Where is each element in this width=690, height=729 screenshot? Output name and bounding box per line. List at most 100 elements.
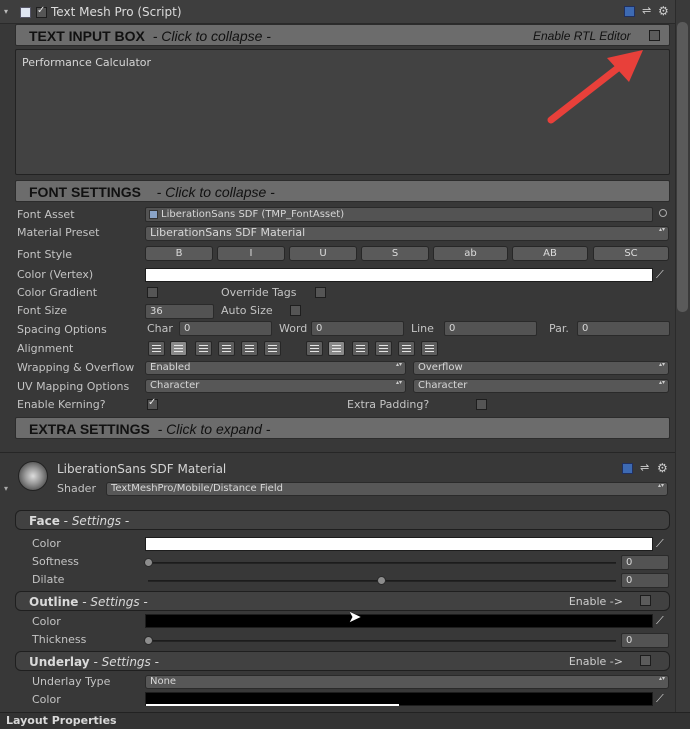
outline-color-swatch[interactable] <box>145 614 653 628</box>
color-gradient-checkbox[interactable] <box>147 287 158 298</box>
auto-size-checkbox[interactable] <box>290 305 301 316</box>
kerning-checkbox[interactable] <box>147 397 158 410</box>
align-right-button[interactable] <box>195 341 212 356</box>
red-arrow-annotation <box>547 50 643 124</box>
uv-mapping-label: UV Mapping Options <box>17 380 130 393</box>
thickness-slider-thumb[interactable] <box>144 636 153 645</box>
outline-eyedropper-icon[interactable]: ⟋ <box>656 615 668 627</box>
component-header[interactable]: ▾ Text Mesh Pro (Script) ⇌ ⚙ <box>0 0 690 24</box>
extra-settings-hint: - Click to expand - <box>157 421 271 437</box>
override-tags-checkbox[interactable] <box>315 287 326 298</box>
vertex-color-swatch[interactable] <box>145 268 653 282</box>
text-input-section-header[interactable]: TEXT INPUT BOX - Click to collapse - Ena… <box>15 24 670 46</box>
align-center-button[interactable] <box>170 341 187 356</box>
align-top-button[interactable] <box>306 341 323 356</box>
object-picker-icon[interactable] <box>659 209 667 217</box>
line-spacing-label: Line <box>411 322 434 335</box>
font-asset-field[interactable]: LiberationSans SDF (TMP_FontAsset) <box>145 207 653 222</box>
underlay-enable-toggle[interactable] <box>640 655 651 666</box>
word-spacing-field[interactable]: 0 <box>311 321 404 336</box>
align-middle-button[interactable] <box>328 341 345 356</box>
style-bold-button[interactable]: B <box>145 246 213 261</box>
style-italic-button[interactable]: I <box>217 246 285 261</box>
softness-slider-thumb[interactable] <box>144 558 153 567</box>
extra-padding-checkbox[interactable] <box>476 399 487 410</box>
material-foldout-icon[interactable]: ▾ <box>4 484 8 493</box>
help-icon[interactable] <box>624 6 635 17</box>
shader-dropdown[interactable]: TextMeshPro/Mobile/Distance Field <box>106 482 668 496</box>
char-spacing-label: Char <box>147 322 173 335</box>
style-smallcaps-button[interactable]: SC <box>593 246 669 261</box>
paragraph-spacing-label: Par. <box>549 322 569 335</box>
outline-enable-toggle[interactable] <box>640 595 651 606</box>
softness-field[interactable]: 0 <box>621 555 669 570</box>
align-justified-button[interactable] <box>218 341 235 356</box>
align-baseline-button[interactable] <box>375 341 392 356</box>
wrapping-value: Enabled <box>150 362 191 373</box>
mouse-cursor-icon: ➤ <box>348 607 362 626</box>
color-gradient-label: Color Gradient <box>17 286 98 299</box>
underlay-eyedropper-icon[interactable]: ⟋ <box>656 693 668 705</box>
dilate-slider-thumb[interactable] <box>377 576 386 585</box>
extra-settings-title: EXTRA SETTINGS <box>29 421 150 437</box>
paragraph-spacing-field[interactable]: 0 <box>577 321 670 336</box>
style-strikethrough-button[interactable]: S <box>361 246 429 261</box>
outline-settings-header[interactable]: Outline - Settings - Enable -> <box>15 591 670 611</box>
script-icon <box>20 7 31 18</box>
style-uppercase-button[interactable]: AB <box>512 246 588 261</box>
text-input-section-title: TEXT INPUT BOX - Click to collapse - <box>29 28 271 44</box>
extra-settings-section-header[interactable]: EXTRA SETTINGS - Click to expand - <box>15 417 670 439</box>
material-preset-label: Material Preset <box>17 226 100 239</box>
rtl-editor-label: Enable RTL Editor <box>533 29 631 43</box>
uv-horizontal-dropdown[interactable]: Character <box>145 379 406 393</box>
align-midline-button[interactable] <box>398 341 415 356</box>
gear-icon[interactable]: ⚙ <box>658 4 672 18</box>
char-spacing-field[interactable]: 0 <box>179 321 272 336</box>
face-color-label: Color <box>32 537 61 550</box>
font-size-field[interactable]: 36 <box>145 304 214 319</box>
shader-label: Shader <box>57 482 96 495</box>
softness-label: Softness <box>32 555 79 568</box>
face-eyedropper-icon[interactable]: ⟋ <box>656 538 668 550</box>
align-flush-button[interactable] <box>241 341 258 356</box>
font-settings-section-header[interactable]: FONT SETTINGS - Click to collapse - <box>15 180 670 202</box>
layout-properties-bar[interactable]: Layout Properties <box>0 712 690 729</box>
material-preset-dropdown[interactable]: LiberationSans SDF Material <box>145 226 669 241</box>
face-subtitle: - Settings - <box>63 514 130 528</box>
rtl-editor-toggle[interactable] <box>649 30 660 41</box>
preset-icon[interactable]: ⇌ <box>642 5 654 17</box>
align-bottom-button[interactable] <box>352 341 369 356</box>
material-name: LiberationSans SDF Material <box>57 462 227 476</box>
style-underline-button[interactable]: U <box>289 246 357 261</box>
align-left-button[interactable] <box>148 341 165 356</box>
wrapping-dropdown[interactable]: Enabled <box>145 361 406 375</box>
line-spacing-field[interactable]: 0 <box>444 321 537 336</box>
eyedropper-icon[interactable]: ⟋ <box>656 269 668 281</box>
component-foldout-icon[interactable]: ▾ <box>4 8 11 16</box>
font-size-label: Font Size <box>17 304 68 317</box>
align-geometry-center-button[interactable] <box>264 341 281 356</box>
material-help-icon[interactable] <box>622 463 633 474</box>
softness-slider-track[interactable] <box>148 562 616 564</box>
align-capline-button[interactable] <box>421 341 438 356</box>
underlay-title: Underlay <box>29 655 90 669</box>
style-lowercase-button[interactable]: ab <box>433 246 508 261</box>
underlay-settings-header[interactable]: Underlay - Settings - Enable -> <box>15 651 670 671</box>
underlay-type-dropdown[interactable]: None <box>145 675 669 689</box>
uv-vertical-dropdown[interactable]: Character <box>413 379 669 393</box>
face-color-swatch[interactable] <box>145 537 653 551</box>
dilate-field[interactable]: 0 <box>621 573 669 588</box>
scrollbar-thumb[interactable] <box>677 22 688 312</box>
component-enabled-checkbox[interactable] <box>36 5 47 18</box>
material-preset-value: LiberationSans SDF Material <box>150 226 306 239</box>
text-input-title: TEXT INPUT BOX <box>29 28 145 44</box>
thickness-slider-track[interactable] <box>148 640 616 642</box>
face-settings-header[interactable]: Face - Settings - <box>15 510 670 530</box>
outline-subtitle: - Settings - <box>82 595 148 609</box>
outline-title: Outline <box>29 595 79 609</box>
overflow-value: Overflow <box>418 362 463 373</box>
thickness-field[interactable]: 0 <box>621 633 669 648</box>
material-gear-icon[interactable]: ⚙ <box>657 461 671 475</box>
material-preset-icon[interactable]: ⇌ <box>640 462 652 474</box>
overflow-dropdown[interactable]: Overflow <box>413 361 669 375</box>
